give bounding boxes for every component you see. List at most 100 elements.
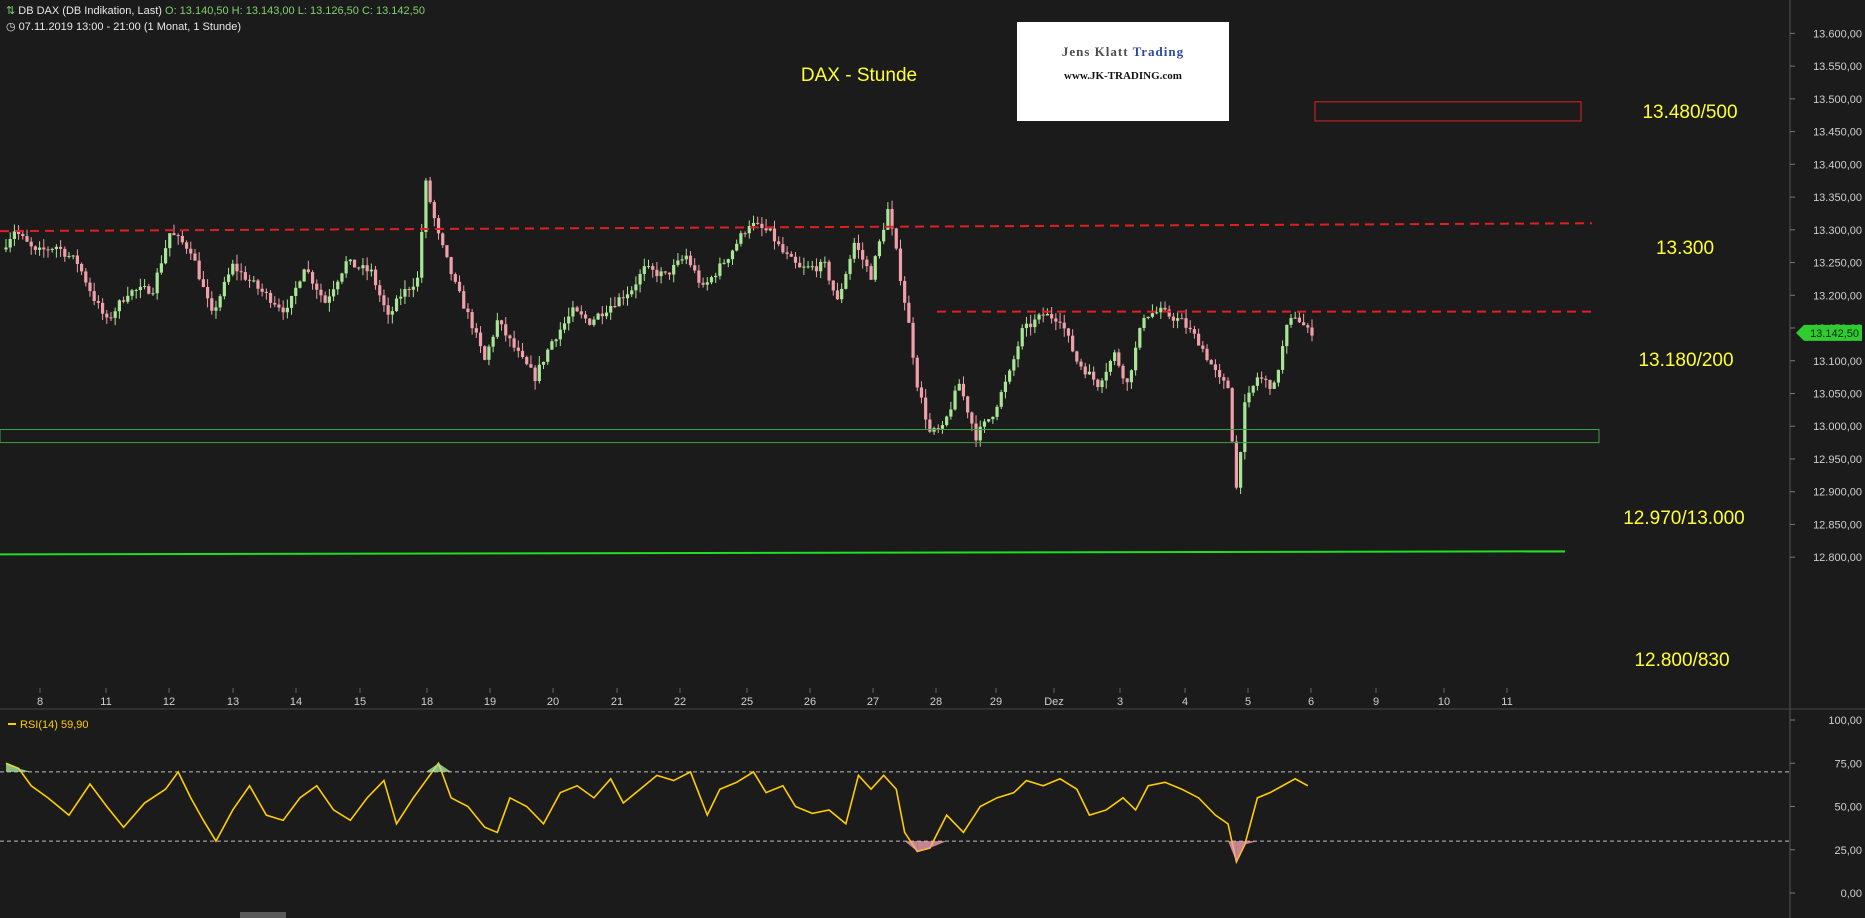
scroll-thumb[interactable] [240,912,286,918]
candle-body [709,277,714,283]
candle-body [751,222,756,227]
candle-body [735,243,739,251]
rsi-tick-label: 25,00 [1834,845,1862,857]
candle-body [1150,313,1155,317]
candle-body [294,287,298,296]
candle-body [571,307,575,317]
candle-body [483,346,487,360]
candle-body [1134,347,1138,371]
candle-body [1197,333,1201,346]
candle-body [96,300,100,303]
candle-body [382,295,386,306]
candle-body [491,336,495,347]
candle-body [310,272,315,284]
candle-body [1054,318,1058,322]
candle-body [168,233,172,249]
candle-body [579,311,583,315]
candle-body [1239,452,1243,488]
candle-body [12,231,16,239]
candle-body [373,269,378,286]
candle-body [54,246,58,250]
candle-body [793,256,798,263]
candle-body [1008,370,1012,382]
candle-body [953,390,957,410]
candle-body [1138,328,1142,348]
candle-body [1041,314,1045,316]
x-tick-label: 15 [354,696,366,708]
candle-body [176,235,180,237]
jk-trading-logo: Jens Klatt Trading www.JK-TRADING.com [1017,22,1229,121]
x-tick-label: 18 [421,696,433,708]
candle-body [147,286,151,294]
candle-body [281,307,285,313]
candle-body [840,288,844,300]
candle-body [201,279,205,288]
candle-body [861,249,865,260]
candle-body [432,202,436,219]
candle-body [357,267,361,269]
candle-body [823,261,827,263]
candle-body [541,361,546,365]
candle-body [1029,323,1033,328]
candle-body [1209,359,1213,365]
candle-body [810,266,814,268]
instrument-name: DB DAX (DB Indikation, Last) [18,5,162,17]
candle-body [214,307,218,311]
candle-body [1125,378,1129,383]
candle-body [79,263,84,272]
candle-body [1201,345,1205,349]
candle-body [995,406,999,417]
candle-body [718,263,722,276]
candle-body [827,261,831,281]
candle-body [449,257,453,275]
candle-body [151,293,155,295]
rsi-tick-label: 50,00 [1834,802,1862,814]
candle-body [999,392,1003,407]
chart-stage: 13.600,00 13.550,00 13.500,00 13.450,00 13.4… [0,0,1865,918]
candle-body [1268,379,1272,389]
candle-body [680,259,684,261]
candle-body [117,300,121,312]
price-tick-label: 13.200,00 [1813,290,1862,302]
candle-body [415,277,420,287]
chart-canvas[interactable]: 13.600,00 13.550,00 13.500,00 13.450,00 13.4… [0,0,1865,918]
price-tick-label: 12.950,00 [1813,454,1862,466]
candle-body [1033,319,1037,328]
candle-body [298,281,302,288]
candle-body [1230,388,1234,442]
candle-body [898,248,903,281]
candle-body [789,253,793,257]
candle-body [877,241,882,257]
candle-body [1218,370,1222,378]
candle-body [1071,335,1075,352]
candle-body [819,261,823,272]
candle-body [399,296,403,299]
candle-body [84,271,88,283]
candle-body [991,416,995,420]
candle-body [777,241,781,245]
annotation-label: 13.480/500 [1642,102,1737,123]
candle-body [882,229,886,242]
candle-body [630,290,634,295]
support-line-12800 [0,550,1566,556]
candle-body [655,269,659,277]
candle-body [394,298,399,312]
candle-body [1024,323,1029,329]
candle-body [1012,359,1016,371]
candle-body [1058,321,1062,323]
candle-body [945,416,949,426]
candle-body [411,286,415,290]
candle-body [184,242,189,249]
last-price-label: 13.142,50 [1810,328,1859,340]
candle-body [743,233,747,235]
x-tick-label: 12 [163,696,175,708]
candle-body [344,261,348,274]
candle-body [1293,317,1297,319]
candle-body [445,245,449,258]
candle-body [1243,402,1247,453]
candle-body [961,383,966,397]
candle-body [1184,318,1188,328]
candle-body [222,281,226,297]
candle-body [697,270,701,283]
candle-body [1255,377,1260,386]
